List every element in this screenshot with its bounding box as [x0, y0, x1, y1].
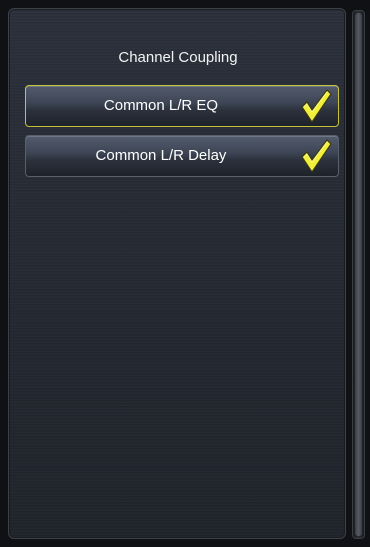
checkmark-icon [301, 89, 332, 123]
common-lr-eq-label: Common L/R EQ [103, 97, 219, 114]
checkmark-icon [301, 139, 332, 173]
vertical-scrollbar[interactable] [352, 10, 365, 539]
common-lr-eq-toggle[interactable]: Common L/R EQ [25, 85, 339, 127]
common-lr-delay-label: Common L/R Delay [95, 147, 227, 164]
panel-title: Channel Coupling [118, 49, 238, 66]
window: Channel Coupling Common L/R EQ Common L/… [0, 0, 370, 547]
channel-coupling-panel: Channel Coupling Common L/R EQ Common L/… [8, 8, 346, 539]
common-lr-delay-toggle[interactable]: Common L/R Delay [25, 135, 339, 177]
scrollbar-thumb[interactable] [355, 13, 362, 536]
